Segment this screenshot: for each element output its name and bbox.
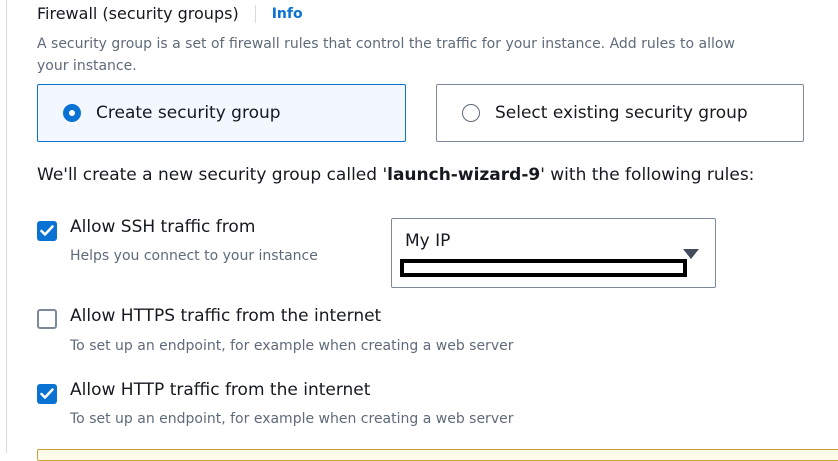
http-rule-label: Allow HTTP traffic from the internet — [70, 380, 371, 400]
create-security-group-tile[interactable]: Create security group — [37, 84, 406, 142]
warning-alert-panel — [37, 449, 838, 461]
https-rule-help: To set up an endpoint, for example when … — [70, 338, 514, 354]
https-checkbox[interactable] — [37, 309, 57, 329]
section-title: Firewall (security groups) — [37, 4, 239, 23]
select-existing-security-group-label: Select existing security group — [495, 103, 748, 123]
redacted-ip-box — [400, 259, 687, 277]
radio-unselected-icon[interactable] — [462, 104, 480, 122]
check-icon — [40, 225, 54, 236]
caret-down-icon — [683, 249, 699, 259]
https-rule-label: Allow HTTPS traffic from the internet — [70, 306, 382, 326]
http-rule-help: To set up an endpoint, for example when … — [70, 411, 514, 427]
security-group-notice: We'll create a new security group called… — [37, 165, 754, 185]
ssh-source-value: My IP — [405, 231, 451, 251]
info-link[interactable]: Info — [272, 6, 303, 22]
ssh-checkbox[interactable] — [37, 221, 57, 241]
section-description: A security group is a set of firewall ru… — [37, 33, 837, 77]
description-line-2: your instance. — [37, 58, 137, 74]
security-group-name: launch-wizard-9 — [387, 165, 541, 185]
ssh-source-select[interactable]: My IP — [391, 218, 716, 288]
left-border — [6, 0, 7, 453]
ssh-rule-help: Helps you connect to your instance — [70, 248, 318, 264]
select-existing-security-group-tile[interactable]: Select existing security group — [436, 84, 804, 142]
notice-prefix: We'll create a new security group called… — [37, 165, 388, 185]
radio-selected-icon[interactable] — [63, 104, 81, 122]
http-checkbox[interactable] — [37, 384, 57, 404]
notice-suffix: ' with the following rules: — [540, 165, 755, 185]
create-security-group-label: Create security group — [96, 103, 281, 123]
check-icon — [40, 388, 54, 399]
firewall-header: Firewall (security groups) Info — [37, 4, 303, 23]
ssh-rule-label: Allow SSH traffic from — [70, 217, 256, 237]
title-divider — [254, 4, 256, 23]
description-line-1: A security group is a set of firewall ru… — [37, 36, 735, 52]
